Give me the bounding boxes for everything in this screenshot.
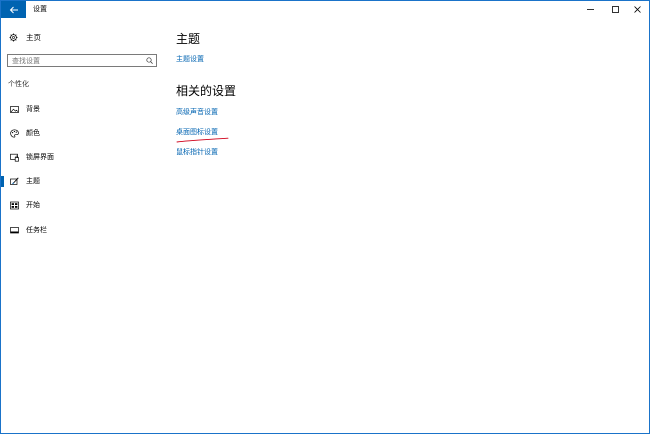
back-arrow-icon [9, 6, 18, 13]
home-label: 主页 [26, 32, 41, 42]
page-title: 主题 [176, 32, 201, 46]
title-bar: 设置 [1, 1, 649, 18]
sidebar-item-label: 主题 [26, 177, 40, 185]
sidebar: 主页 个性化 背景 颜色 锁屏界面 [1, 18, 166, 433]
close-button[interactable] [626, 1, 648, 18]
active-indicator [1, 176, 4, 187]
sidebar-item-background[interactable]: 背景 [1, 101, 166, 117]
minimize-icon [586, 9, 594, 10]
search-box[interactable] [7, 54, 157, 67]
mouse-pointer-settings-link[interactable]: 鼠标指针设置 [176, 147, 218, 157]
window-title: 设置 [33, 5, 47, 13]
related-settings-title: 相关的设置 [176, 84, 237, 98]
maximize-icon [611, 6, 619, 13]
sidebar-item-start[interactable]: 开始 [1, 197, 166, 213]
sidebar-item-label: 任务栏 [26, 226, 47, 234]
image-icon [10, 105, 19, 114]
sidebar-item-home[interactable]: 主页 [9, 30, 41, 44]
sidebar-item-colors[interactable]: 颜色 [1, 125, 166, 141]
advanced-sound-settings-link[interactable]: 高级声音设置 [176, 107, 218, 117]
red-underline-annotation [176, 137, 229, 143]
close-icon [633, 6, 641, 13]
sidebar-item-label: 开始 [26, 201, 40, 209]
sidebar-item-label: 锁屏界面 [26, 153, 54, 161]
gear-icon [9, 33, 18, 41]
sidebar-item-lock-screen[interactable]: 锁屏界面 [1, 149, 166, 165]
section-label: 个性化 [8, 80, 29, 88]
sidebar-item-taskbar[interactable]: 任务栏 [1, 222, 166, 238]
theme-icon [10, 176, 19, 186]
minimize-button[interactable] [579, 1, 601, 18]
search-input[interactable] [8, 55, 142, 66]
sidebar-item-label: 颜色 [26, 129, 40, 137]
back-button[interactable] [1, 1, 26, 18]
lock-screen-icon [10, 153, 19, 162]
main-content: 主题 主题设置 相关的设置 高级声音设置 桌面图标设置 鼠标指针设置 [176, 18, 636, 433]
sidebar-item-label: 背景 [26, 105, 40, 113]
settings-window: 设置 主页 个性化 [0, 0, 650, 434]
taskbar-icon [10, 226, 19, 235]
sidebar-item-theme[interactable]: 主题 [1, 173, 166, 189]
palette-icon [10, 128, 19, 138]
theme-settings-link[interactable]: 主题设置 [176, 54, 204, 64]
maximize-button[interactable] [604, 1, 626, 18]
search-icon[interactable] [146, 57, 153, 64]
start-menu-icon [10, 201, 19, 210]
